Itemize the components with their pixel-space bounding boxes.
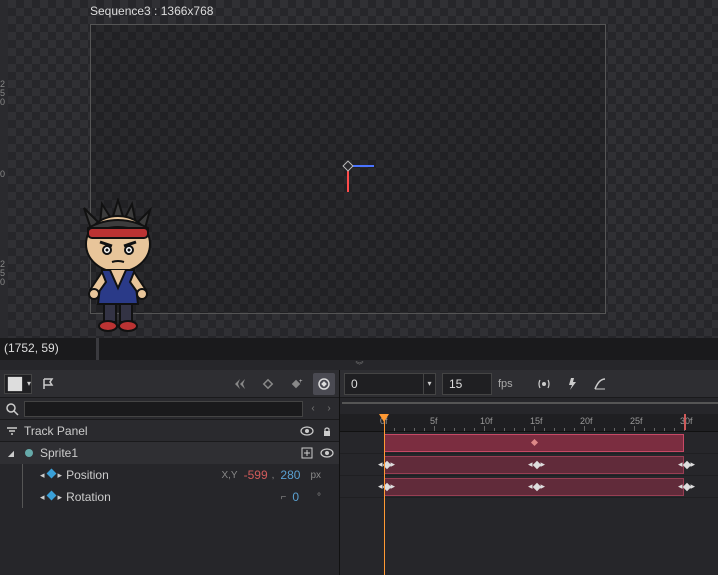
- track-panel-container: ▾ + ‹ ›: [0, 370, 340, 575]
- search-next-icon[interactable]: ›: [323, 403, 335, 414]
- keyframe-fill-icon[interactable]: [46, 468, 56, 478]
- lock-column-icon[interactable]: [319, 423, 335, 439]
- track-search-row: ‹ ›: [0, 398, 339, 420]
- dope-track-position[interactable]: ◂▸ ◂▸ ◂▸: [340, 454, 718, 476]
- add-track-icon[interactable]: [299, 445, 315, 461]
- flag-icon[interactable]: [38, 373, 60, 395]
- keyframe-nav[interactable]: ◂ ▸: [40, 470, 62, 481]
- keyframe-outline-icon[interactable]: [257, 373, 279, 395]
- auto-key-icon[interactable]: [313, 373, 335, 395]
- property-name: Position: [66, 468, 217, 482]
- track-visibility-icon[interactable]: [319, 445, 335, 461]
- ruler-tick: 5f: [430, 416, 438, 426]
- track-row-rotation[interactable]: ◂ ▸ Rotation ⌐ 0 °: [0, 486, 339, 508]
- axis-label: X,Y: [221, 470, 237, 481]
- search-icon[interactable]: [4, 401, 20, 417]
- fps-label: fps: [498, 378, 513, 390]
- vertical-ruler: 2 5 0 0 2 5 0: [0, 0, 8, 338]
- position-x-value[interactable]: -599: [244, 468, 268, 482]
- playback-toolbar: 0 ▾ 15 fps: [340, 370, 718, 398]
- ruler-mark: 2 5 0: [0, 80, 5, 107]
- track-panel-header: Track Panel: [0, 420, 339, 442]
- rotation-value[interactable]: 0: [292, 490, 299, 504]
- keyframe-marker[interactable]: ◂▸: [528, 459, 545, 470]
- svg-text:+: +: [299, 379, 303, 385]
- track-panel-label: Track Panel: [24, 424, 295, 438]
- dope-sheet[interactable]: 0 ▾ 15 fps 0f 5f 10f 15f 20f 25f 30f: [340, 370, 718, 575]
- gizmo-y-axis[interactable]: [347, 170, 349, 192]
- key-next-icon[interactable]: ▸: [58, 492, 63, 503]
- keyframe-marker[interactable]: ◂▸: [378, 481, 395, 492]
- keyframe-marker[interactable]: ◂▸: [528, 481, 545, 492]
- ruler-mark: 2 5 0: [0, 260, 5, 287]
- clip-end-marker[interactable]: [684, 414, 686, 430]
- property-name: Rotation: [66, 490, 276, 504]
- keyframe-marker[interactable]: ◂▸: [678, 481, 695, 492]
- status-bar: (1752, 59): [0, 338, 718, 360]
- sprite-instance[interactable]: [72, 198, 164, 334]
- keyframe-add-icon[interactable]: +: [285, 373, 307, 395]
- keyframe-marker[interactable]: ◂▸: [378, 459, 395, 470]
- track-row-position[interactable]: ◂ ▸ Position X,Y -599, 280 px: [0, 464, 339, 486]
- ruler-tick: 25f: [630, 416, 643, 426]
- search-prev-icon[interactable]: ‹: [307, 403, 319, 414]
- gizmo-x-axis[interactable]: [352, 165, 374, 167]
- rotation-mode-icon: ⌐: [280, 492, 286, 503]
- ruler-mark: 0: [0, 170, 5, 179]
- track-toolbar: ▾ +: [0, 370, 339, 398]
- current-frame-input[interactable]: 0: [344, 373, 424, 395]
- moment-icon[interactable]: [561, 373, 583, 395]
- ruler-tick: 30f: [680, 416, 693, 426]
- cursor-coords: (1752, 59): [4, 341, 59, 355]
- track-search-input[interactable]: [24, 401, 303, 417]
- curve-editor-icon[interactable]: [589, 373, 611, 395]
- expand-toggle-icon[interactable]: ◢: [8, 449, 14, 458]
- keyframe-prev-icon[interactable]: [229, 373, 251, 395]
- keyframe-marker[interactable]: ◂▸: [678, 459, 695, 470]
- rotation-unit: °: [317, 492, 321, 503]
- status-divider: [96, 338, 99, 360]
- dope-tracks[interactable]: ◂▸ ◂▸ ◂▸ ◂▸ ◂▸ ◂▸: [340, 432, 718, 575]
- key-next-icon[interactable]: ▸: [58, 470, 63, 481]
- view-mode-dropdown[interactable]: ▾: [4, 374, 32, 394]
- playhead[interactable]: [384, 414, 385, 575]
- timeline-top-rule: [342, 402, 718, 412]
- timeline-ruler[interactable]: 0f 5f 10f 15f 20f 25f 30f: [340, 414, 718, 432]
- ruler-tick: 15f: [530, 416, 543, 426]
- ruler-tick: 10f: [480, 416, 493, 426]
- visibility-column-icon[interactable]: [299, 423, 315, 439]
- position-unit: px: [310, 470, 321, 481]
- key-prev-icon[interactable]: ◂: [40, 470, 45, 481]
- position-y-value[interactable]: 280: [280, 468, 300, 482]
- keyframe-fill-icon[interactable]: [46, 490, 56, 500]
- sprite-icon: [22, 447, 36, 459]
- dope-track-sprite[interactable]: [340, 432, 718, 454]
- key-prev-icon[interactable]: ◂: [40, 492, 45, 503]
- panel-collapse-handle[interactable]: ︾: [0, 360, 718, 370]
- frame-dropdown-icon[interactable]: ▾: [424, 373, 436, 395]
- dope-track-rotation[interactable]: ◂▸ ◂▸ ◂▸: [340, 476, 718, 498]
- origin-gizmo[interactable]: [348, 166, 349, 167]
- sequence-title: Sequence3 : 1366x768: [90, 4, 213, 18]
- keyframe-nav[interactable]: ◂ ▸: [40, 492, 62, 503]
- track-row-sprite[interactable]: ◢ Sprite1: [0, 442, 339, 464]
- track-name: Sprite1: [40, 446, 295, 460]
- filter-icon[interactable]: [4, 423, 20, 439]
- broadcast-icon[interactable]: [533, 373, 555, 395]
- ruler-tick: 20f: [580, 416, 593, 426]
- canvas-viewport[interactable]: 2 5 0 0 2 5 0 Sequence3 : 1366x768: [0, 0, 718, 338]
- fps-input[interactable]: 15: [442, 373, 492, 395]
